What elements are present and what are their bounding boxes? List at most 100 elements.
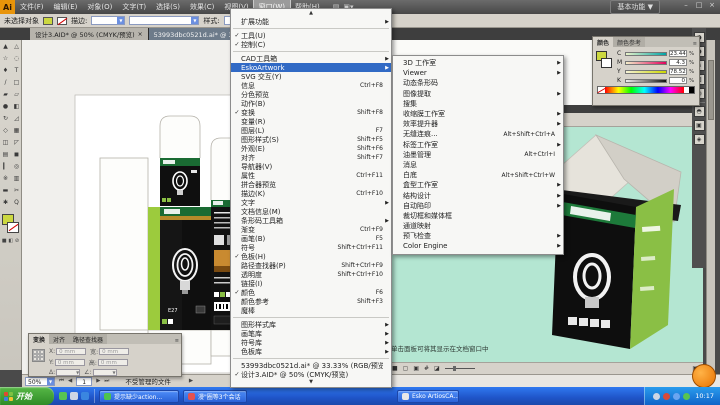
menubar-item[interactable]: 选择(S) xyxy=(151,0,185,14)
menu-item[interactable]: 魔棒 xyxy=(231,306,391,315)
blend-tool[interactable]: ◎ xyxy=(11,160,22,172)
eraser-tool[interactable]: ◧ xyxy=(11,100,22,112)
view-grid-icon[interactable]: # xyxy=(424,365,429,372)
spectrum-gradient[interactable] xyxy=(605,87,684,93)
zoom-tool[interactable]: Q xyxy=(11,196,22,208)
lasso-tool[interactable]: ◌ xyxy=(11,52,22,64)
status-arrow-icon[interactable]: ▶ xyxy=(189,378,193,384)
menu-item[interactable]: ✓控制(C) xyxy=(231,40,391,49)
transform-field-value[interactable]: 0 mm xyxy=(98,359,128,366)
transform-panel-tab[interactable]: 路径查找器 xyxy=(69,334,107,344)
stroke-color-swatch[interactable] xyxy=(57,17,67,25)
transform-field-value[interactable]: 0 mm xyxy=(55,359,85,366)
menubar-item[interactable]: 编辑(E) xyxy=(49,0,83,14)
menubar-item[interactable]: 对象(O) xyxy=(82,0,117,14)
vertical-scrollbar[interactable] xyxy=(706,40,715,374)
view-contrast-icon[interactable]: ◪ xyxy=(434,365,440,372)
direct-selection-tool[interactable]: △ xyxy=(11,40,22,52)
stroke-weight-combo[interactable] xyxy=(91,16,125,25)
workspace-switcher[interactable]: 基本功能 ▼ xyxy=(610,0,660,14)
hand-tool[interactable]: ✱ xyxy=(0,196,11,208)
scrollbar-thumb[interactable] xyxy=(708,60,714,120)
gradient-tool[interactable]: ◼ xyxy=(11,148,22,160)
view-solid-icon[interactable]: ■ xyxy=(392,365,398,372)
channel-value-field[interactable]: 78.52 xyxy=(669,68,687,75)
menu-item[interactable]: Color Engine▶ xyxy=(393,241,563,251)
pen-tool[interactable]: ♦ xyxy=(0,64,11,76)
menu-item[interactable]: 收缩膜工作室▶ xyxy=(393,109,563,119)
transform-panel-tab[interactable]: 变换 xyxy=(29,334,49,344)
menu-item[interactable]: 标签工作室▶ xyxy=(393,140,563,150)
selection-tool[interactable]: ▲ xyxy=(0,40,11,52)
last-page-icon[interactable]: ⏭ xyxy=(104,378,109,385)
next-page-icon[interactable]: ▶ xyxy=(96,378,100,384)
menubar-item[interactable]: 文件(F) xyxy=(15,0,49,14)
color-spectrum-bar[interactable] xyxy=(597,86,695,94)
brush-combo[interactable] xyxy=(129,16,199,25)
scale-tool[interactable]: ◿ xyxy=(11,112,22,124)
start-button[interactable]: 开始 xyxy=(0,387,54,405)
prev-page-icon[interactable]: ◀ xyxy=(68,378,72,384)
tray-network-icon[interactable] xyxy=(673,393,680,400)
artboard-number-combo[interactable]: 1 xyxy=(76,377,92,386)
menu-item[interactable]: Viewer▶ xyxy=(393,68,563,78)
blob-brush-tool[interactable]: ● xyxy=(0,100,11,112)
toolbox-stroke-swatch[interactable] xyxy=(7,222,19,233)
reference-point-locator[interactable] xyxy=(32,349,45,362)
line-tool[interactable]: / xyxy=(0,76,11,88)
menu-item[interactable]: 油墨管理Alt+Ctrl+I xyxy=(393,150,563,160)
channel-value-field[interactable]: 4.3 xyxy=(669,59,687,66)
transform-field-value[interactable]: 0 mm xyxy=(56,348,86,355)
menu-item[interactable]: CAD工具箱▶ xyxy=(231,54,391,63)
menu-scroll-down-icon[interactable]: ▼ xyxy=(231,379,391,386)
symbol-sprayer-tool[interactable]: ※ xyxy=(0,172,11,184)
restore-icon[interactable]: □ xyxy=(694,1,704,9)
color-panel-tab[interactable]: 颜色参考 xyxy=(613,37,645,47)
pencil-tool[interactable]: ▱ xyxy=(11,88,22,100)
zoom-slider[interactable] xyxy=(445,368,475,369)
channel-slider[interactable] xyxy=(625,79,667,83)
menu-item[interactable]: 结构设计▶ xyxy=(393,190,563,200)
rotate-tool[interactable]: ↻ xyxy=(0,112,11,124)
taskbar-task-button[interactable]: 提示缺少action... xyxy=(99,390,179,403)
appearance-icon[interactable]: ◓ xyxy=(694,106,705,117)
show-desktop-icon[interactable] xyxy=(70,392,78,400)
menu-item[interactable]: 图像提取▶ xyxy=(393,89,563,99)
zoom-level-combo[interactable]: 50% xyxy=(25,377,55,386)
menu-item[interactable]: 动态条形码 xyxy=(393,78,563,88)
channel-value-field[interactable]: 0 xyxy=(669,77,687,84)
browser-icon[interactable] xyxy=(81,392,89,400)
quicklaunch-app-icon[interactable] xyxy=(59,392,67,400)
slice-tool[interactable]: ✂ xyxy=(11,184,22,196)
first-page-icon[interactable]: ⏮ xyxy=(59,378,64,385)
magic-wand-tool[interactable]: ☆ xyxy=(0,52,11,64)
menu-item[interactable]: 白底Alt+Shift+Ctrl+W xyxy=(393,170,563,180)
menu-item[interactable]: 扩展功能▶ xyxy=(231,17,391,26)
shear-angle-combo[interactable] xyxy=(93,369,117,376)
taskbar-task-button[interactable]: Esko ArtiosCA... xyxy=(397,390,459,403)
artboard-icon[interactable]: ◈ xyxy=(694,134,705,145)
taskbar-task-button[interactable]: 漫"圈等3个会话 xyxy=(183,390,247,403)
channel-slider[interactable] xyxy=(625,61,667,65)
transform-field-value[interactable]: 0 mm xyxy=(99,348,129,355)
transform-panel-tab[interactable]: 对齐 xyxy=(49,334,69,344)
rotate-angle-combo[interactable] xyxy=(56,369,80,376)
menu-item[interactable]: 无缝连痕...Alt+Shift+Ctrl+A xyxy=(393,129,563,139)
channel-slider[interactable] xyxy=(625,70,667,74)
type-tool[interactable]: T xyxy=(11,64,22,76)
channel-slider[interactable] xyxy=(625,52,667,56)
black-swatch[interactable] xyxy=(689,87,694,93)
none-mode-icon[interactable]: ⊘ xyxy=(15,238,19,244)
tray-volume-icon[interactable] xyxy=(653,393,660,400)
menu-item[interactable]: 搜集 xyxy=(393,99,563,109)
rectangle-tool[interactable]: □ xyxy=(11,76,22,88)
menu-item[interactable]: 预飞检查▶ xyxy=(393,231,563,241)
document-tab[interactable]: 设计3.AID* @ 50% (CMYK/预览)× xyxy=(30,28,149,40)
width-tool[interactable]: ◇ xyxy=(0,124,11,136)
perspective-tool[interactable]: ◸ xyxy=(11,136,22,148)
color-panel-tab[interactable]: 颜色 xyxy=(593,37,613,47)
none-swatch[interactable] xyxy=(598,87,605,93)
minimize-icon[interactable]: – xyxy=(681,1,691,9)
menu-item[interactable]: 裁切框和媒体框 xyxy=(393,211,563,221)
color-mode-icon[interactable]: ■ xyxy=(2,238,7,244)
